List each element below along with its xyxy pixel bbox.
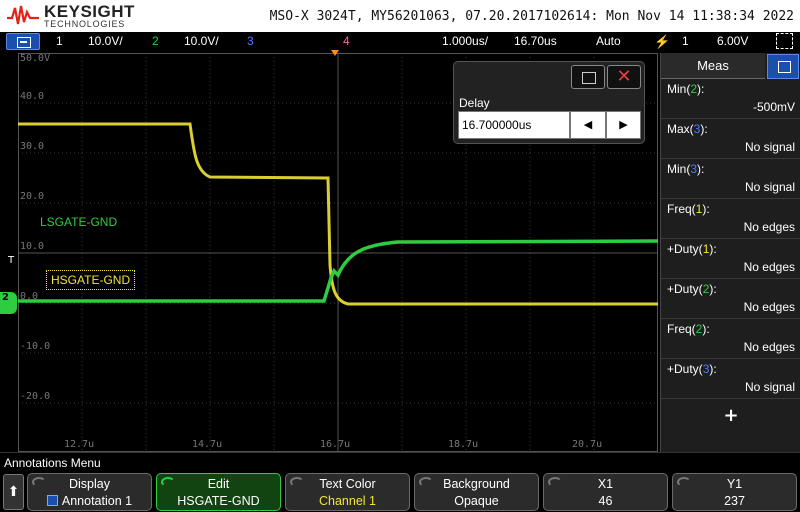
delay-label: Delay (459, 96, 490, 110)
meas-item[interactable]: Freq(2): No edges (661, 319, 800, 359)
timebase[interactable]: 1.000us/ (442, 34, 488, 48)
softkey-label: Edit (207, 477, 230, 491)
softkey-y1[interactable]: Y1 237 (672, 473, 797, 511)
trigger-edge-icon: ⚡ (654, 34, 671, 49)
meas-value: No signal (744, 180, 795, 194)
softkey-value: 46 (598, 494, 613, 508)
x-label-18-7: 18.7u (448, 439, 479, 450)
menu-title: Annotations Menu (0, 452, 800, 472)
y-label-10: 10.0 (20, 241, 45, 252)
softkey-value-wrap: Annotation 1 (28, 494, 151, 508)
delay-dialog: ✕ Delay 16.700000us ◀ ▶ (453, 61, 645, 144)
meas-name: Min(2): (667, 82, 705, 96)
meas-value: -500mV (752, 100, 795, 114)
trigger-position-marker[interactable] (331, 50, 339, 56)
x-label-12-7: 12.7u (64, 439, 95, 450)
softkey-bar: ⬆ Display Annotation 1 Edit HSGATE-GND T… (0, 472, 800, 512)
trigger-mode[interactable]: Auto (596, 34, 621, 48)
y-label-0: 0.0 (20, 291, 39, 302)
meas-name: +Duty(2): (667, 282, 717, 296)
x-label-14-7: 14.7u (192, 439, 223, 450)
trigger-level[interactable]: 6.00V (717, 34, 748, 48)
ch2-number[interactable]: 2 (152, 34, 159, 48)
softkey-text-color[interactable]: Text Color Channel 1 (285, 473, 410, 511)
ch3-number[interactable]: 3 (247, 34, 254, 48)
meas-value: No signal (744, 140, 795, 154)
x-label-20-7: 20.7u (572, 439, 603, 450)
softkey-value: HSGATE-GND (177, 494, 260, 508)
keysight-logo: KEYSIGHT TECHNOLOGIES (6, 2, 136, 30)
keysight-wave-icon (7, 5, 39, 25)
close-icon[interactable]: ✕ (607, 65, 641, 89)
trigger-channel[interactable]: 1 (682, 34, 689, 48)
meas-name: Max(3): (667, 122, 708, 136)
checkbox-icon[interactable] (46, 495, 58, 506)
softkey-label: Background (443, 477, 510, 491)
softkey-display[interactable]: Display Annotation 1 (27, 473, 152, 511)
annotation-hsgate[interactable]: HSGATE-GND (46, 270, 136, 290)
y-label-40: 40.0 (20, 91, 45, 102)
decrement-icon[interactable]: ◀ (570, 111, 606, 139)
y-label-30: 30.0 (20, 141, 45, 152)
softkey-value: Annotation 1 (61, 494, 133, 508)
softkey-x1[interactable]: X1 46 (543, 473, 668, 511)
meas-name: Min(3): (667, 162, 705, 176)
brand-subtitle: TECHNOLOGIES (44, 19, 126, 29)
meas-name: Freq(1): (667, 202, 710, 216)
softkey-value: Opaque (454, 494, 499, 508)
channel-bar: 1 10.0V/ 2 10.0V/ 3 4 1.000us/ 16.70us A… (0, 32, 800, 52)
meas-value: No edges (743, 220, 795, 234)
softkey-value: 237 (724, 494, 745, 508)
title-bar: KEYSIGHT TECHNOLOGIES MSO-X 3024T, MY562… (0, 0, 800, 32)
y-label-20: 20.0 (20, 191, 45, 202)
dialog-menu-button[interactable] (571, 65, 605, 89)
meas-item[interactable]: Min(2): -500mV (661, 79, 800, 119)
meas-name: +Duty(1): (667, 242, 717, 256)
instrument-info: MSO-X 3024T, MY56201063, 07.20.201710261… (269, 9, 794, 24)
delay-input[interactable]: 16.700000us (458, 111, 570, 139)
softkey-edit[interactable]: Edit HSGATE-GND (156, 473, 281, 511)
measurements-panel: Meas Min(2): -500mV Max(3): No signal Min(3)… (660, 53, 800, 452)
trigger-level-marker[interactable]: T (8, 255, 14, 266)
softkey-background[interactable]: Background Opaque (414, 473, 539, 511)
meas-name: +Duty(3): (667, 362, 717, 376)
softkey-label: Text Color (319, 477, 376, 491)
y-label-neg20: -20.0 (20, 391, 51, 402)
meas-item[interactable]: +Duty(3): No signal (661, 359, 800, 399)
y-label-neg10: -10.0 (20, 341, 51, 352)
meas-item[interactable]: Min(3): No signal (661, 159, 800, 199)
meas-item[interactable]: +Duty(2): No edges (661, 279, 800, 319)
ch1-number[interactable]: 1 (56, 34, 63, 48)
increment-icon[interactable]: ▶ (606, 111, 641, 139)
meas-name: Freq(2): (667, 322, 710, 336)
meas-value: No edges (743, 300, 795, 314)
main-menu-button[interactable] (6, 33, 40, 50)
softkey-label: X1 (597, 477, 614, 491)
meas-item[interactable]: +Duty(1): No edges (661, 239, 800, 279)
ch2-ground-marker[interactable]: 2 (0, 292, 17, 314)
y-label-50: 50.0V (20, 53, 51, 64)
meas-value: No edges (743, 260, 795, 274)
meas-value: No edges (743, 340, 795, 354)
expand-icon[interactable] (776, 33, 793, 49)
annotation-lsgate[interactable]: LSGATE-GND (40, 215, 117, 229)
meas-item[interactable]: Freq(1): No edges (661, 199, 800, 239)
softkey-label: Y1 (726, 477, 743, 491)
ch2-scale[interactable]: 10.0V/ (184, 34, 219, 48)
meas-tab[interactable]: Meas (661, 53, 765, 79)
softkey-label: Display (69, 477, 110, 491)
delay-readout[interactable]: 16.70us (514, 34, 557, 48)
ch1-scale[interactable]: 10.0V/ (88, 34, 123, 48)
add-measurement-button[interactable]: + (661, 405, 800, 426)
meas-menu-button[interactable] (767, 54, 799, 79)
ch4-number[interactable]: 4 (343, 34, 350, 48)
softkey-value: Channel 1 (319, 494, 376, 508)
menu-up-icon[interactable]: ⬆ (3, 474, 24, 510)
x-label-16-7: 16.7u (320, 439, 351, 450)
meas-value: No signal (744, 380, 795, 394)
meas-item[interactable]: Max(3): No signal (661, 119, 800, 159)
